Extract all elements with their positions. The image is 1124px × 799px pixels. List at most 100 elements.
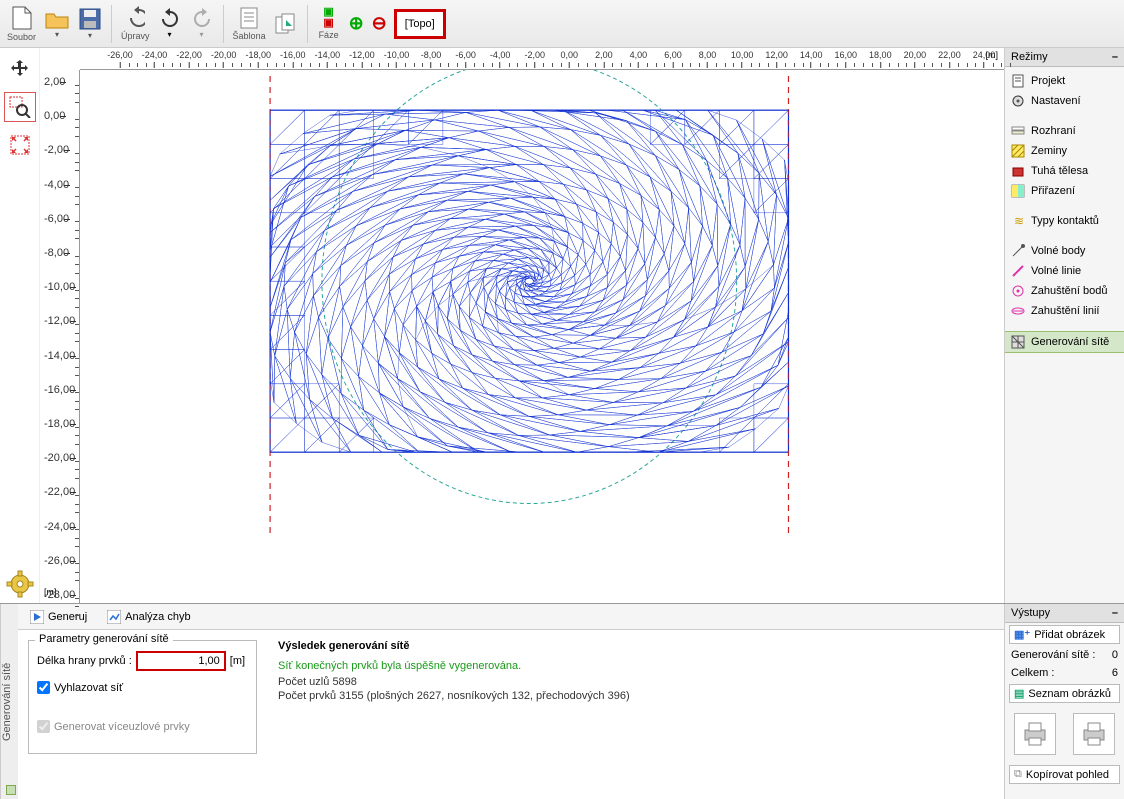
main-area: [m] -26,00-24,00-22,00-20,00-18,00-16,00… <box>0 48 1124 603</box>
gen-count-row: Generování sítě :0 <box>1005 646 1124 664</box>
template-label: Šablona <box>233 31 266 41</box>
result-title: Výsledek generování sítě <box>278 640 994 652</box>
view-settings-button[interactable] <box>4 569 36 599</box>
undo-icon <box>125 6 145 30</box>
pan-tool[interactable] <box>4 54 36 84</box>
multinode-label: Generovat víceuzlové prvky <box>54 721 190 733</box>
file-icon <box>1011 74 1025 88</box>
mode-gear[interactable]: Nastavení <box>1005 91 1124 111</box>
zoom-region-tool[interactable] <box>4 92 36 122</box>
stage-topo-button[interactable]: [Topo] <box>394 9 446 39</box>
multinode-checkbox <box>37 720 50 733</box>
redo-button[interactable]: ▾ <box>187 3 217 45</box>
main-toolbar: Soubor ▾ ▾ Úpravy ▾ ▾ Šablona ▣▣ Fáze ⊕ … <box>0 0 1124 48</box>
mode-contact[interactable]: ≋Typy kontaktů <box>1005 211 1124 231</box>
phase-label: Fáze <box>319 30 339 40</box>
copy-template-button[interactable] <box>271 3 301 45</box>
piclist-label: Seznam obrázků <box>1028 688 1111 700</box>
sidelabel-indicator <box>6 785 16 795</box>
edit-menu[interactable]: Úpravy <box>118 3 153 45</box>
open-button[interactable]: ▾ <box>41 3 73 45</box>
canvas-wrap: [m] -26,00-24,00-22,00-20,00-18,00-16,00… <box>40 48 1004 603</box>
open-icon <box>44 8 70 30</box>
mode-assign[interactable]: Přiřazení <box>1005 181 1124 201</box>
bottom-tabs: Generuj Analýza chyb <box>18 604 1004 630</box>
viewport[interactable] <box>80 70 1004 603</box>
undo-arrow-icon <box>159 8 181 30</box>
solid-icon <box>1011 164 1025 178</box>
phase-icon: ▣▣ <box>323 7 333 29</box>
edge-unit: [m] <box>230 655 245 667</box>
densp-icon <box>1011 284 1025 298</box>
copy-view-label: Kopírovat pohled <box>1026 769 1109 781</box>
bottom-sidelabel-text: Generování sítě <box>1 662 13 740</box>
zoom-icon <box>9 96 31 118</box>
phase-add-button[interactable]: ⊕ <box>346 3 367 45</box>
edge-length-input[interactable] <box>136 651 226 671</box>
multinode-checkbox-row: Generovat víceuzlové prvky <box>37 720 248 733</box>
phase-remove-button[interactable]: ⊖ <box>369 3 390 45</box>
mode-file[interactable]: Projekt <box>1005 71 1124 91</box>
redo-arrow-icon <box>191 8 213 30</box>
layers-icon <box>1011 124 1025 138</box>
file-menu[interactable]: Soubor <box>4 3 39 45</box>
minimize-modes-button[interactable]: – <box>1112 51 1118 63</box>
fit-icon <box>9 134 31 156</box>
minimize-outputs-button[interactable]: – <box>1112 607 1118 619</box>
play-icon <box>30 610 44 624</box>
phase-menu[interactable]: ▣▣ Fáze <box>314 3 344 45</box>
edge-length-label: Délka hrany prvků : <box>37 655 132 667</box>
result-ok-message: Síť konečných prvků byla úspěšně vygener… <box>278 660 994 672</box>
save-icon <box>78 7 102 31</box>
outputs-panel: Výstupy – ▦⁺ Přidat obrázek Generování s… <box>1004 604 1124 799</box>
gear-icon <box>6 570 34 598</box>
mode-solid[interactable]: Tuhá tělesa <box>1005 161 1124 181</box>
print-figure-button[interactable] <box>1014 713 1056 755</box>
undo-button[interactable]: ▾ <box>155 3 185 45</box>
move-icon <box>9 58 31 80</box>
mode-mesh[interactable]: Generování sítě <box>1005 331 1124 353</box>
analyze-tab[interactable]: Analýza chyb <box>103 608 194 626</box>
smooth-label: Vyhlazovat síť <box>54 682 123 694</box>
bottom-panel: Generování sítě Generuj Analýza chyb Par… <box>0 603 1124 799</box>
save-button[interactable]: ▾ <box>75 3 105 45</box>
fit-view-tool[interactable] <box>4 130 36 160</box>
outputs-header: Výstupy – <box>1005 604 1124 623</box>
smooth-checkbox-row[interactable]: Vyhlazovat síť <box>37 681 248 694</box>
outputs-title: Výstupy <box>1011 607 1050 619</box>
template-menu[interactable]: Šablona <box>230 3 269 45</box>
mesh-params: Parametry generování sítě Délka hrany pr… <box>18 630 268 799</box>
print-row <box>1005 713 1124 755</box>
mesh-result: Výsledek generování sítě Síť konečných p… <box>268 630 1004 799</box>
contact-icon: ≋ <box>1011 214 1025 228</box>
mode-hatch[interactable]: Zeminy <box>1005 141 1124 161</box>
modes-header: Režimy – <box>1005 48 1124 67</box>
mode-densl[interactable]: Zahuštění linií <box>1005 301 1124 321</box>
left-tool-strip <box>0 48 40 603</box>
copy-view-button[interactable]: ⧉ Kopírovat pohled <box>1009 765 1120 784</box>
generate-tab[interactable]: Generuj <box>26 608 91 626</box>
add-picture-button[interactable]: ▦⁺ Přidat obrázek <box>1009 625 1120 644</box>
mode-point[interactable]: Volné body <box>1005 241 1124 261</box>
assign-icon <box>1011 184 1025 198</box>
template-icon <box>239 6 259 30</box>
mode-line[interactable]: Volné linie <box>1005 261 1124 281</box>
bottom-center: Generuj Analýza chyb Parametry generován… <box>18 604 1004 799</box>
line-icon <box>1011 264 1025 278</box>
gear-icon <box>1011 94 1025 108</box>
mesh-view <box>80 70 1004 603</box>
element-count: Počet prvků 3155 (plošných 2627, nosníko… <box>278 690 994 702</box>
analyze-icon <box>107 610 121 624</box>
bottom-sidelabel: Generování sítě <box>0 604 18 799</box>
analyze-tab-label: Analýza chyb <box>125 611 190 623</box>
mode-densp[interactable]: Zahuštění bodů <box>1005 281 1124 301</box>
smooth-checkbox[interactable] <box>37 681 50 694</box>
mesh-icon <box>1011 335 1025 349</box>
print-report-button[interactable] <box>1073 713 1115 755</box>
picture-list-button[interactable]: ▤ Seznam obrázků <box>1009 684 1120 703</box>
file-label: Soubor <box>7 32 36 42</box>
new-file-icon <box>11 5 33 31</box>
mode-layers[interactable]: Rozhraní <box>1005 121 1124 141</box>
modes-title: Režimy <box>1011 51 1048 63</box>
add-pic-icon: ▦⁺ <box>1014 628 1030 641</box>
